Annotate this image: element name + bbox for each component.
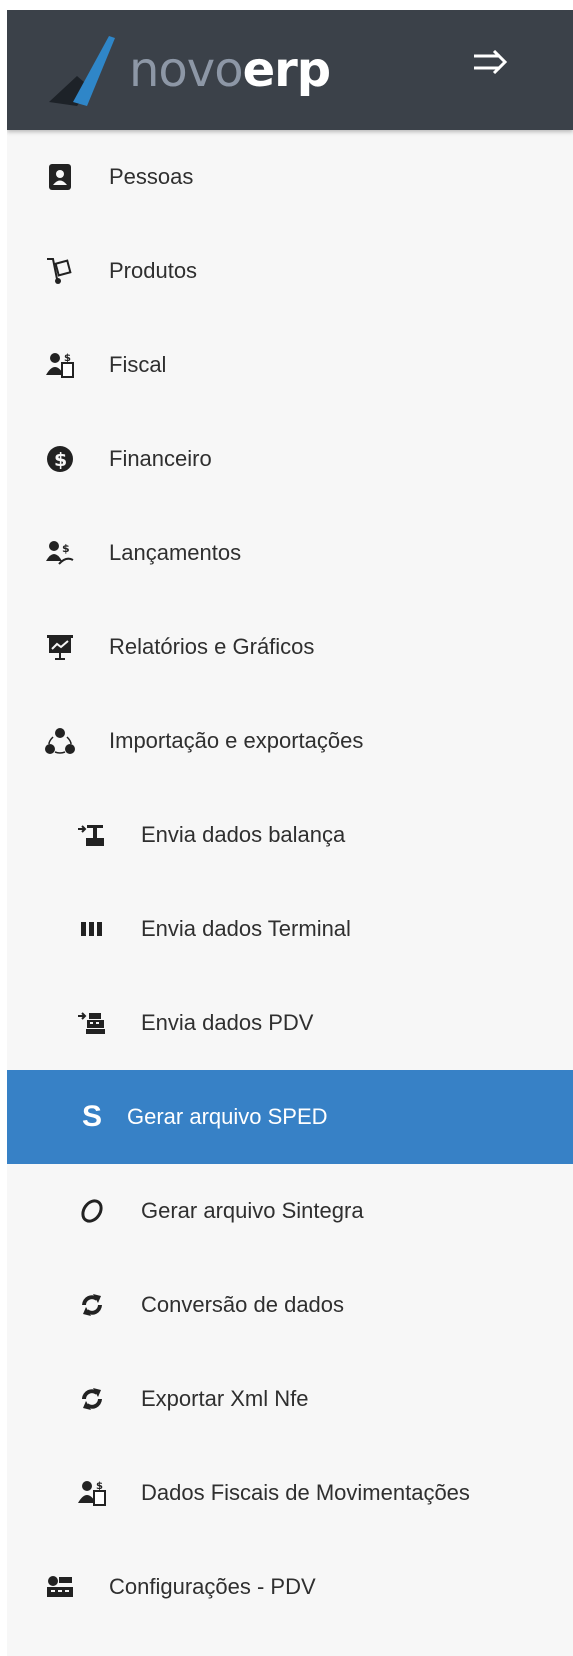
submenu-item-conversao-dados[interactable]: Conversão de dados — [7, 1258, 573, 1352]
fiscal-user-icon: $ — [43, 348, 77, 382]
brand-logo-mark — [49, 36, 115, 106]
svg-text:$: $ — [64, 353, 71, 364]
hand-truck-icon — [43, 254, 77, 288]
brand-name-light: novo — [129, 42, 244, 98]
scale-upload-icon — [75, 818, 109, 852]
submenu-item-label: Gerar arquivo Sintegra — [141, 1198, 364, 1223]
menu-item-fiscal[interactable]: $ Fiscal — [7, 318, 573, 412]
menu-item-label: Produtos — [109, 258, 198, 283]
menu-item-label: Financeiro — [109, 446, 212, 471]
menu-item-importacao[interactable]: Importação e exportações — [7, 694, 573, 788]
money-transfer-icon: $ — [43, 536, 77, 570]
pos-upload-icon — [75, 1006, 109, 1040]
menu-item-label: Fiscal — [109, 352, 167, 377]
menu-item-label: Importação e exportações — [109, 728, 364, 753]
pos-config-icon — [43, 1570, 77, 1604]
sidebar-header: novoerp — [7, 10, 573, 130]
sidebar-menu: Pessoas Produtos $ Fiscal $ Financeiro $… — [7, 130, 573, 1634]
sped-s-icon: S — [75, 1100, 109, 1134]
submenu-item-label: Conversão de dados — [141, 1292, 345, 1317]
sped-s-glyph: S — [81, 1100, 102, 1133]
submenu-item-label: Gerar arquivo SPED — [127, 1104, 328, 1129]
sidebar: novoerp Pessoas Produtos $ Fiscal $ Fina… — [7, 10, 573, 1656]
submenu-item-label: Exportar Xml Nfe — [141, 1386, 309, 1411]
svg-text:$: $ — [54, 449, 67, 471]
submenu-item-label: Envia dados PDV — [141, 1010, 314, 1035]
submenu-item-label: Dados Fiscais de Movimentações — [141, 1480, 470, 1505]
refresh-icon — [75, 1382, 109, 1416]
contacts-icon — [43, 160, 77, 194]
submenu-item-envia-terminal[interactable]: Envia dados Terminal — [7, 882, 573, 976]
submenu-item-envia-balanca[interactable]: Envia dados balança — [7, 788, 573, 882]
barcode-icon — [75, 912, 109, 946]
menu-item-lancamentos[interactable]: $ Lançamentos — [7, 506, 573, 600]
dollar-circle-icon: $ — [43, 442, 77, 476]
svg-text:$: $ — [96, 1481, 103, 1492]
fiscal-user-icon: $ — [75, 1476, 109, 1510]
submenu-item-gerar-sped[interactable]: S Gerar arquivo SPED — [7, 1070, 573, 1164]
share-network-icon — [43, 724, 77, 758]
menu-item-produtos[interactable]: Produtos — [7, 224, 573, 318]
submenu-item-label: Envia dados Terminal — [141, 916, 351, 941]
submenu-item-envia-pdv[interactable]: Envia dados PDV — [7, 976, 573, 1070]
menu-collapse-icon[interactable] — [472, 50, 512, 90]
submenu-item-gerar-sintegra[interactable]: Gerar arquivo Sintegra — [7, 1164, 573, 1258]
submenu-item-exportar-xml[interactable]: Exportar Xml Nfe — [7, 1352, 573, 1446]
menu-item-label: Configurações - PDV — [109, 1574, 316, 1599]
sintegra-icon — [75, 1194, 109, 1228]
svg-text:$: $ — [62, 542, 70, 555]
brand-logo[interactable]: novoerp — [47, 32, 347, 110]
submenu-item-dados-fiscais[interactable]: $ Dados Fiscais de Movimentações — [7, 1446, 573, 1540]
menu-item-relatorios[interactable]: Relatórios e Gráficos — [7, 600, 573, 694]
menu-item-label: Relatórios e Gráficos — [109, 634, 315, 659]
menu-item-configuracoes-pdv[interactable]: Configurações - PDV — [7, 1540, 573, 1634]
menu-item-label: Pessoas — [109, 164, 194, 189]
menu-item-label: Lançamentos — [109, 540, 242, 565]
presentation-chart-icon — [43, 630, 77, 664]
submenu-item-label: Envia dados balança — [141, 822, 346, 847]
menu-item-financeiro[interactable]: $ Financeiro — [7, 412, 573, 506]
brand-wordmark: novoerp — [129, 42, 332, 98]
brand-name-bold: erp — [242, 42, 332, 98]
refresh-icon — [75, 1288, 109, 1322]
menu-item-pessoas[interactable]: Pessoas — [7, 130, 573, 224]
